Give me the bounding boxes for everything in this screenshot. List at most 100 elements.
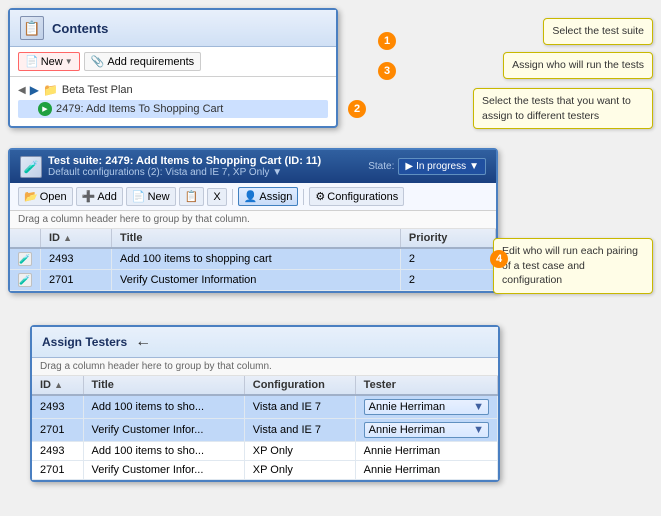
contents-header: 📋 Contents: [10, 10, 336, 47]
assign-col-title[interactable]: Title: [83, 376, 244, 395]
dropdown-arrow-icon: ▼: [65, 57, 73, 66]
assign-col-tester[interactable]: Tester: [355, 376, 497, 395]
state-label: State:: [368, 161, 394, 172]
plan-label: Beta Test Plan: [62, 84, 133, 96]
test-suite-panel: 🧪 Test suite: 2479: Add Items to Shoppin…: [8, 148, 498, 293]
assign-row-tester: Annie Herriman ▼: [355, 419, 497, 442]
delete-button[interactable]: X: [207, 188, 226, 206]
open-button[interactable]: 📂 Open: [18, 187, 73, 206]
test-table-row[interactable]: 🧪 2493 Add 100 items to shopping cart 2: [10, 248, 496, 270]
contents-icon: 📋: [20, 16, 44, 40]
badge-1: 1: [378, 32, 396, 50]
col-icon-header: [10, 229, 41, 248]
tree-sub-item[interactable]: ▶ 2479: Add Items To Shopping Cart: [18, 100, 328, 118]
new-suite-button[interactable]: 📄 New: [126, 187, 176, 206]
col-id-header[interactable]: ID ▲: [41, 229, 112, 248]
assign-table-row[interactable]: 2701 Verify Customer Infor... XP Only An…: [32, 461, 498, 480]
assign-table-header-row: ID ▲ Title Configuration Tester: [32, 376, 498, 395]
play-icon: ▶: [38, 102, 52, 116]
toolbar-separator: [232, 189, 233, 205]
new-icon: 📄: [25, 55, 39, 68]
assign-row-id: 2701: [32, 461, 83, 480]
tester-value: Annie Herriman: [364, 464, 440, 476]
tester-select[interactable]: Annie Herriman ▼: [364, 422, 489, 438]
row-priority: 2: [400, 248, 495, 270]
assign-row-title: Add 100 items to sho...: [83, 442, 244, 461]
tester-value: Annie Herriman: [369, 424, 445, 436]
callout-2-text: Select the tests that you want to assign…: [482, 95, 631, 122]
add-requirements-button[interactable]: 📎 Add requirements: [84, 52, 202, 71]
row-icon: 🧪: [18, 273, 32, 287]
assign-icon: 👤: [244, 190, 258, 203]
assign-row-title: Verify Customer Infor...: [83, 461, 244, 480]
row-priority: 2: [400, 270, 495, 291]
col-title-header[interactable]: Title: [112, 229, 401, 248]
sub-item-label: 2479: Add Items To Shopping Cart: [56, 103, 223, 115]
config-label: Default configurations (2): Vista and IE…: [48, 167, 269, 178]
callout-4: Edit who will run each pairing of a test…: [493, 238, 653, 294]
callout-1: Select the test suite: [543, 18, 653, 45]
assign-row-config: XP Only: [244, 461, 355, 480]
row-title: Verify Customer Information: [112, 270, 401, 291]
col-priority-header[interactable]: Priority: [400, 229, 495, 248]
contents-panel: 📋 Contents 📄 New ▼ 📎 Add requirements ◀ …: [8, 8, 338, 128]
row-icon: 🧪: [18, 252, 32, 266]
configurations-label: Configurations: [327, 191, 398, 203]
add-button[interactable]: ➕ Add: [76, 187, 123, 206]
assign-col-id[interactable]: ID ▲: [32, 376, 83, 395]
tester-dropdown-icon: ▼: [473, 401, 484, 413]
test-suite-toolbar: 📂 Open ➕ Add 📄 New 📋 X 👤 Assign ⚙ Config…: [10, 183, 496, 211]
badge-4: 4: [490, 250, 508, 268]
config-icon: ⚙: [315, 190, 325, 203]
test-table-row[interactable]: 🧪 2701 Verify Customer Information 2: [10, 270, 496, 291]
assign-table-row[interactable]: 2493 Add 100 items to sho... XP Only Ann…: [32, 442, 498, 461]
add-icon: ➕: [82, 190, 96, 203]
suite-title-area: 🧪 Test suite: 2479: Add Items to Shoppin…: [20, 155, 321, 178]
tester-select[interactable]: Annie Herriman ▼: [364, 399, 489, 415]
plan-icon: ▶: [30, 83, 39, 97]
assign-table-row[interactable]: 2701 Verify Customer Infor... Vista and …: [32, 419, 498, 442]
suite-title: Test suite: 2479: Add Items to Shopping …: [48, 155, 321, 167]
contents-title: Contents: [52, 21, 108, 36]
assign-row-tester: Annie Herriman: [355, 461, 497, 480]
callout-3: Assign who will run the tests: [503, 52, 653, 79]
assign-table-row[interactable]: 2493 Add 100 items to sho... Vista and I…: [32, 395, 498, 419]
callout-2: Select the tests that you want to assign…: [473, 88, 653, 129]
state-play-icon: ▶: [405, 161, 413, 172]
open-icon: 📂: [24, 190, 38, 203]
assign-table-body: 2493 Add 100 items to sho... Vista and I…: [32, 395, 498, 480]
drag-hint: Drag a column header here to group by th…: [10, 211, 496, 229]
assign-row-tester: Annie Herriman: [355, 442, 497, 461]
config-dropdown-icon[interactable]: ▼: [272, 167, 282, 178]
test-table-body: 🧪 2493 Add 100 items to shopping cart 2 …: [10, 248, 496, 291]
new-suite-icon: 📄: [132, 190, 146, 203]
tester-value: Annie Herriman: [364, 445, 440, 457]
new-button[interactable]: 📄 New ▼: [18, 52, 80, 71]
new-suite-label: New: [148, 191, 170, 203]
sort-id-icon: ▲: [63, 233, 72, 243]
badge-3: 3: [378, 62, 396, 80]
test-table-header-row: ID ▲ Title Priority: [10, 229, 496, 248]
assign-title: Assign Testers: [42, 335, 127, 349]
add-label: Add: [97, 191, 117, 203]
state-area: State: ▶ In progress ▼: [368, 158, 486, 175]
tree-plan-item[interactable]: ◀ ▶ 📁 Beta Test Plan: [18, 81, 328, 99]
assign-col-config[interactable]: Configuration: [244, 376, 355, 395]
suite-subtitle: Default configurations (2): Vista and IE…: [48, 167, 321, 178]
state-dropdown-icon: ▼: [469, 161, 479, 172]
add-req-label: Add requirements: [107, 56, 194, 68]
assign-row-title: Verify Customer Infor...: [83, 419, 244, 442]
configurations-button[interactable]: ⚙ Configurations: [309, 187, 404, 206]
state-button[interactable]: ▶ In progress ▼: [398, 158, 486, 175]
callout-4-text: Edit who will run each pairing of a test…: [502, 245, 638, 286]
tester-value: Annie Herriman: [369, 401, 445, 413]
assign-row-id: 2493: [32, 395, 83, 419]
assign-testers-panel: Assign Testers ← Drag a column header he…: [30, 325, 500, 482]
assign-button[interactable]: 👤 Assign: [238, 187, 299, 206]
callout-1-text: Select the test suite: [552, 25, 644, 37]
copy-icon: 📋: [185, 190, 199, 203]
suite-info: Test suite: 2479: Add Items to Shopping …: [48, 155, 321, 178]
contents-tree: ◀ ▶ 📁 Beta Test Plan ▶ 2479: Add Items T…: [10, 77, 336, 126]
copy-button[interactable]: 📋: [179, 187, 205, 206]
assign-row-tester: Annie Herriman ▼: [355, 395, 497, 419]
